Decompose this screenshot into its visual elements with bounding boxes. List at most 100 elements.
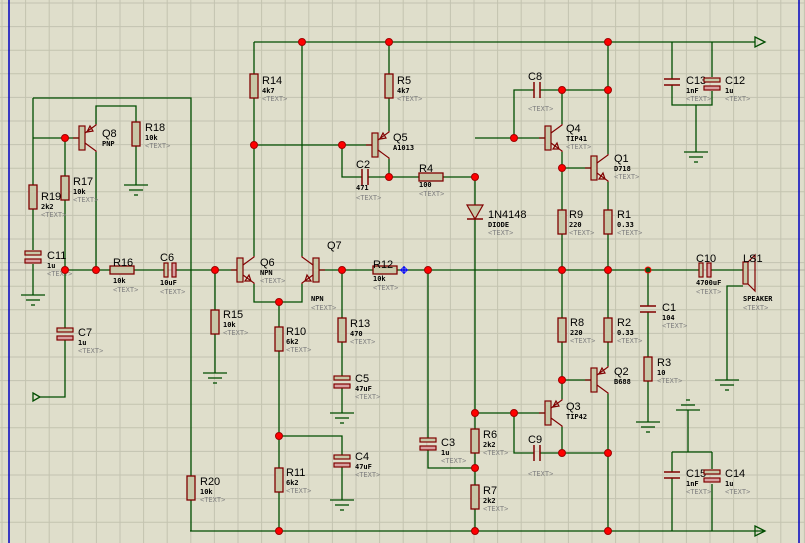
component-r12[interactable]: R12 10k<TEXT> (372, 259, 398, 292)
junction-dot[interactable] (604, 527, 612, 535)
schematic-canvas[interactable]: R14 4k7 <TEXT> R5 4k7 <TEXT> Q5 A1013 C2 471 <TEXT… (0, 0, 805, 543)
junction-dot[interactable] (275, 298, 283, 306)
component-q4[interactable]: Q4TIP41<TEXT> (539, 123, 591, 152)
resistor-body[interactable] (384, 73, 394, 99)
component-r20[interactable]: R2010k<TEXT> (186, 475, 225, 504)
component-c10[interactable]: C10 4700uF<TEXT> (696, 253, 721, 296)
resistor-body[interactable] (274, 467, 284, 493)
junction-dot[interactable] (471, 527, 479, 535)
component-r8[interactable]: R8220<TEXT> (557, 317, 595, 345)
junction-dot[interactable] (510, 409, 518, 417)
component-q1[interactable]: Q1D718<TEXT> (585, 153, 639, 182)
junction-dot[interactable] (471, 464, 479, 472)
wire[interactable] (513, 413, 534, 454)
power-rail-terminal-icon[interactable] (754, 35, 767, 49)
resistor-body[interactable] (60, 175, 70, 201)
junction-dot[interactable] (644, 266, 652, 274)
junction-dot[interactable] (558, 449, 566, 457)
junction-dot[interactable] (250, 141, 258, 149)
junction-dot[interactable] (61, 134, 69, 142)
diode-body[interactable] (465, 204, 485, 221)
junction-dot[interactable] (275, 432, 283, 440)
junction-dot[interactable] (92, 266, 100, 274)
component-r1[interactable]: R10.33<TEXT> (603, 209, 642, 237)
capacitor-plate-positive (56, 327, 74, 333)
resistor-body[interactable] (249, 73, 259, 99)
transistor-body[interactable] (371, 132, 379, 158)
transistor-body[interactable] (590, 155, 598, 181)
junction-dot[interactable] (338, 141, 346, 149)
component-r5[interactable]: R54k7<TEXT> (384, 73, 422, 103)
component-r14[interactable]: R144k7<TEXT> (249, 73, 287, 103)
wire[interactable] (40, 340, 66, 398)
junction-dot[interactable] (558, 266, 566, 274)
resistor-body[interactable] (470, 428, 480, 454)
junction-dot[interactable] (604, 449, 612, 457)
resistor-body[interactable] (470, 484, 480, 510)
resistor-body[interactable] (643, 356, 653, 382)
component-r6[interactable]: R62k2<TEXT> (470, 428, 508, 457)
junction-dot[interactable] (385, 38, 393, 46)
component-1n4148[interactable]: 1N4148DIODE<TEXT> (465, 204, 527, 237)
component-text-placeholder: <TEXT> (262, 95, 287, 103)
transistor-body[interactable] (312, 257, 320, 283)
resistor-body[interactable] (557, 317, 567, 343)
resistor-body[interactable] (210, 309, 220, 335)
junction-dot[interactable] (604, 266, 612, 274)
component-r3[interactable]: R310<TEXT> (643, 356, 682, 385)
resistor-body[interactable] (274, 326, 284, 352)
junction-dot[interactable] (275, 527, 283, 535)
resistor-body[interactable] (28, 184, 38, 210)
component-q8[interactable]: Q8PNP (73, 124, 117, 152)
component-r11[interactable]: R116k2<TEXT> (274, 467, 311, 495)
junction-dot[interactable] (471, 173, 479, 181)
component-q3[interactable]: Q3TIP42 (539, 399, 587, 427)
probe-marker-icon[interactable] (400, 266, 408, 274)
junction-dot[interactable] (338, 266, 346, 274)
resistor-body[interactable] (131, 121, 141, 147)
transistor-body[interactable] (544, 125, 552, 151)
transistor-body[interactable] (78, 125, 86, 151)
speaker-body[interactable] (742, 261, 749, 285)
junction-dot[interactable] (604, 38, 612, 46)
junction-dot[interactable] (558, 86, 566, 94)
input-terminal-icon[interactable] (32, 391, 42, 403)
junction-dot[interactable] (61, 266, 69, 274)
junction-dot[interactable] (558, 164, 566, 172)
component-ls1[interactable]: LS1 SPEAKER<TEXT> (742, 253, 773, 312)
component-r15[interactable]: R1510k<TEXT> (210, 309, 248, 337)
junction-dot[interactable] (558, 376, 566, 384)
component-c6[interactable]: C6 10uF<TEXT> (160, 252, 185, 296)
component-r9[interactable]: R9220<TEXT> (557, 209, 594, 237)
transistor-body[interactable] (236, 257, 244, 283)
junction-dot[interactable] (385, 173, 393, 181)
component-r18[interactable]: R1810k<TEXT> (131, 121, 170, 150)
schematic-svg[interactable]: R144k7<TEXT>R54k7<TEXT>Q5A1013C2471<TEXT… (0, 0, 805, 543)
component-r19[interactable]: R192k2<TEXT> (28, 184, 66, 219)
component-r13[interactable]: R13470<TEXT> (337, 317, 375, 346)
junction-dot[interactable] (211, 266, 219, 274)
transistor-body[interactable] (590, 367, 598, 393)
junction-dot[interactable] (424, 266, 432, 274)
resistor-body[interactable] (603, 209, 613, 235)
component-c2[interactable]: C2 471 <TEXT> (356, 159, 381, 202)
junction-dot[interactable] (471, 409, 479, 417)
ground-icon (124, 184, 148, 196)
component-r10[interactable]: R106k2<TEXT> (274, 326, 311, 354)
junction-dot[interactable] (604, 86, 612, 94)
junction-dot[interactable] (298, 38, 306, 46)
component-c8[interactable]: C8 <TEXT> (528, 71, 553, 113)
component-r2[interactable]: R20.33<TEXT> (603, 317, 642, 345)
resistor-body[interactable] (186, 475, 196, 501)
component-q2[interactable]: Q2B688 (585, 366, 631, 394)
component-c9[interactable]: C9 <TEXT> (528, 434, 553, 478)
component-c1[interactable]: C1104<TEXT> (640, 302, 687, 330)
component-r17[interactable]: R1710k<TEXT> (60, 175, 98, 204)
component-c5[interactable]: C547uF<TEXT> (333, 373, 380, 401)
transistor-body[interactable] (544, 400, 552, 426)
component-q7[interactable]: Q7 NPN<TEXT> (301, 240, 342, 312)
resistor-body[interactable] (557, 209, 567, 235)
resistor-body[interactable] (603, 317, 613, 343)
resistor-body[interactable] (337, 317, 347, 343)
junction-dot[interactable] (510, 134, 518, 142)
